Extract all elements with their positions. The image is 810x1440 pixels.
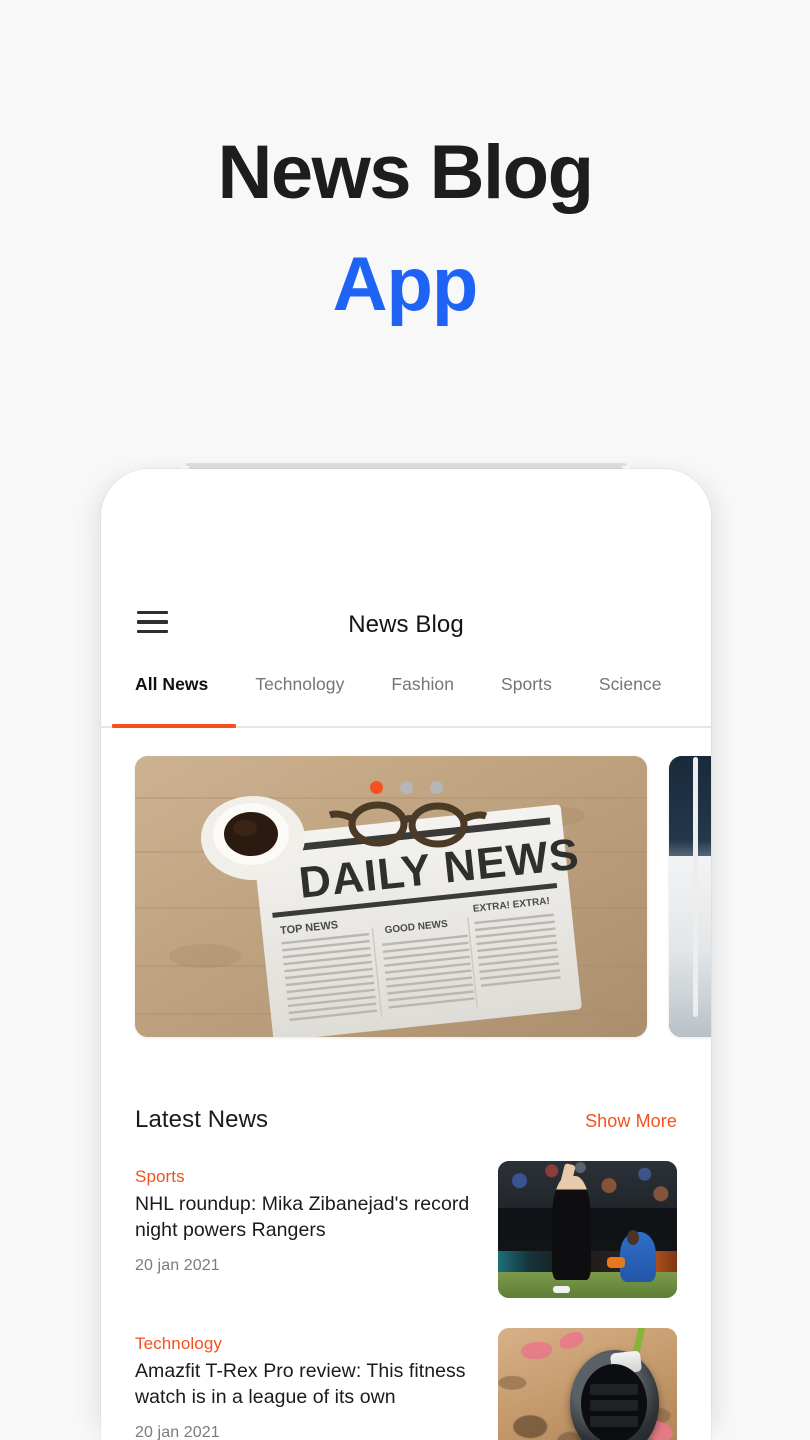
app-screen: News Blog All News Technology Fashion Sp… <box>101 469 711 1440</box>
tab-fashion[interactable]: Fashion <box>391 669 454 695</box>
carousel-dot-1[interactable] <box>369 781 383 794</box>
tab-sports[interactable]: Sports <box>501 669 552 695</box>
phone-body: News Blog All News Technology Fashion Sp… <box>101 469 711 1440</box>
latest-news-header: Latest News Show More <box>101 1106 711 1134</box>
news-headline: Amazfit T-Rex Pro review: This fitness w… <box>135 1360 466 1408</box>
news-date: 20 jan 2021 <box>135 1256 220 1274</box>
news-thumbnail-watch <box>498 1328 677 1440</box>
hero-title-line1: News Blog <box>217 130 595 215</box>
show-more-button[interactable]: Show More <box>585 1111 677 1132</box>
tab-science[interactable]: Science <box>599 669 662 695</box>
app-title: News Blog <box>348 611 464 638</box>
app-scrollbar[interactable] <box>693 757 698 1017</box>
tab-active-indicator <box>112 724 236 728</box>
phone-mockup: News Blog All News Technology Fashion Sp… <box>101 463 711 1440</box>
news-category: Sports <box>135 1167 185 1186</box>
news-headline: NHL roundup: Mika Zibanejad's record nig… <box>135 1193 470 1241</box>
news-date: 20 jan 2021 <box>135 1423 220 1440</box>
section-title: Latest News <box>135 1106 269 1133</box>
hero-section: News Blog App <box>0 0 810 420</box>
carousel-slide-next[interactable] <box>669 756 711 1037</box>
news-list-item[interactable]: Sports NHL roundup: Mika Zibanejad's rec… <box>101 1157 711 1324</box>
carousel-dot-2[interactable] <box>399 781 413 794</box>
news-list-item[interactable]: Technology Amazfit T-Rex Pro review: Thi… <box>101 1324 711 1440</box>
carousel-dots <box>101 781 711 794</box>
news-list: Sports NHL roundup: Mika Zibanejad's rec… <box>101 1157 711 1440</box>
hero-title-line2: App <box>332 241 479 327</box>
tab-technology[interactable]: Technology <box>255 669 344 695</box>
category-tab-bar: All News Technology Fashion Sports Scien… <box>101 669 711 728</box>
daily-news-photo: DAILY NEWS TOP NEWS GOOD NEWS EXTRA! EXT… <box>135 756 647 1037</box>
hamburger-menu-icon[interactable] <box>137 611 168 633</box>
carousel-dot-3[interactable] <box>429 781 443 794</box>
carousel-slide-current[interactable]: DAILY NEWS TOP NEWS GOOD NEWS EXTRA! EXT… <box>135 756 647 1037</box>
app-header: News Blog <box>101 594 711 656</box>
news-thumbnail-cricket <box>498 1161 677 1298</box>
news-category: Technology <box>135 1334 223 1353</box>
tab-all-news[interactable]: All News <box>135 669 208 695</box>
